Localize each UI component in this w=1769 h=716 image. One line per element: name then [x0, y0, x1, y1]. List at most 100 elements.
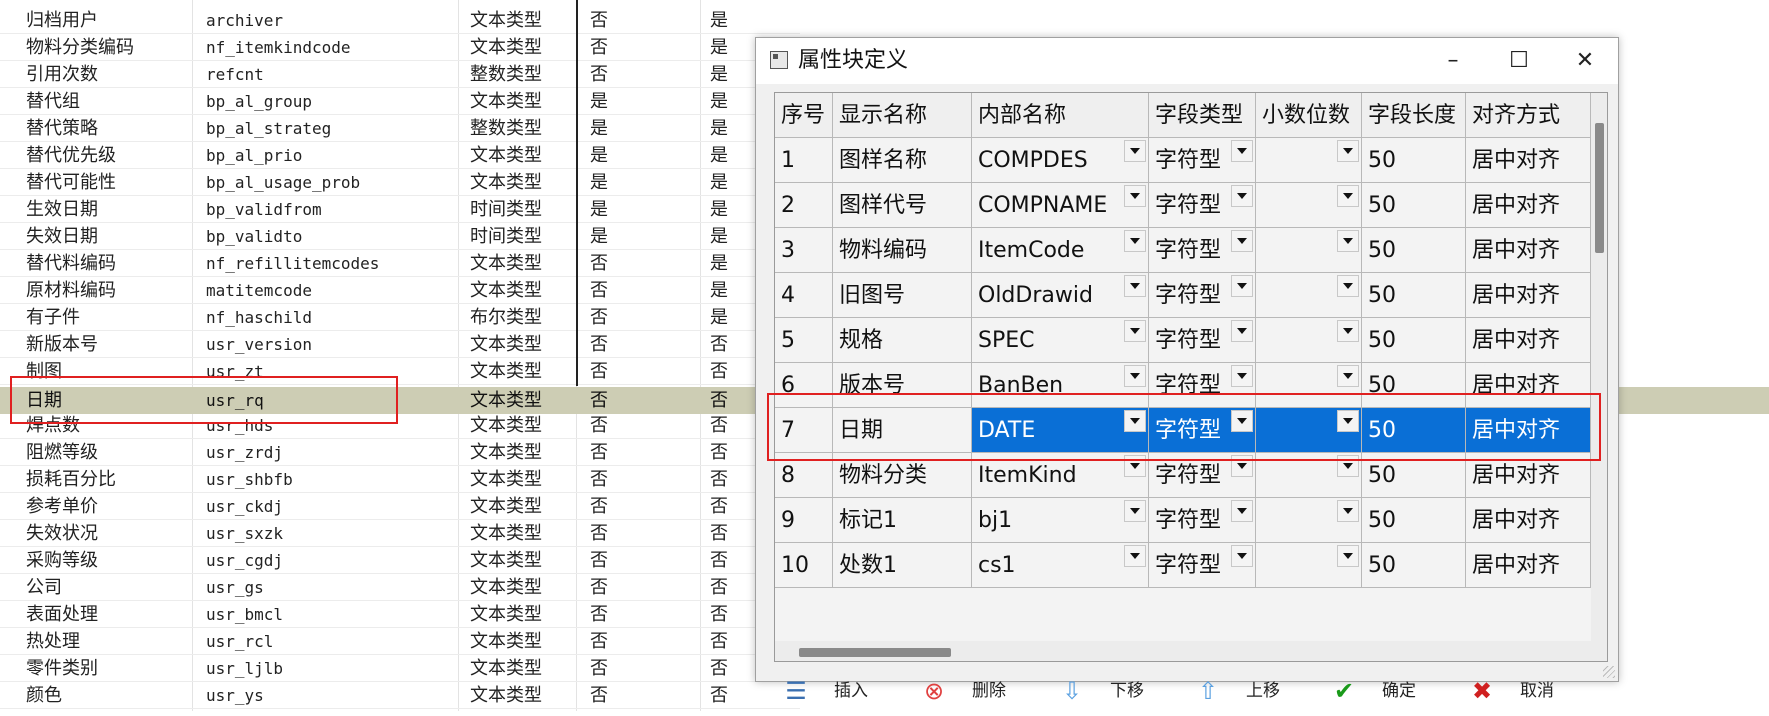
bg-table-row[interactable]: 损耗百分比 usr_shbfb 文本类型否否 [0, 466, 800, 493]
decimal-places-cell[interactable] [1256, 228, 1362, 273]
bg-table-row[interactable]: 生效日期 bp_validfrom 时间类型是是 [0, 196, 800, 223]
internal-name-cell[interactable]: SPEC [972, 318, 1149, 363]
field-length-cell[interactable]: 50 [1362, 273, 1466, 318]
decimal-places-cell[interactable] [1256, 273, 1362, 318]
dropdown-arrow-icon[interactable] [1337, 185, 1359, 207]
column-header[interactable]: 内部名称 [972, 93, 1149, 138]
bg-table-row[interactable]: 替代优先级 bp_al_prio 文本类型是是 [0, 142, 800, 169]
dropdown-arrow-icon[interactable] [1337, 275, 1359, 297]
bg-table-row[interactable]: 替代料编码 nf_refillitemcodes 文本类型否是 [0, 250, 800, 277]
horizontal-scroll-thumb[interactable] [799, 648, 951, 657]
field-type-cell[interactable]: 字符型 [1149, 543, 1256, 588]
internal-name-cell[interactable]: cs1 [972, 543, 1149, 588]
minimize-button[interactable]: – [1420, 38, 1486, 84]
bg-table-row[interactable]: 颜色 usr_ys 文本类型 否 否 [0, 682, 800, 709]
bg-table-row[interactable]: 表面处理 usr_bmcl 文本类型否否 [0, 601, 800, 628]
dropdown-arrow-icon[interactable] [1337, 320, 1359, 342]
dropdown-arrow-icon[interactable] [1124, 545, 1146, 567]
column-header[interactable]: 序号 [775, 93, 833, 138]
display-name-cell[interactable]: 标记1 [833, 498, 972, 543]
dropdown-arrow-icon[interactable] [1337, 545, 1359, 567]
alignment-cell[interactable]: 居中对齐 [1466, 498, 1591, 543]
alignment-cell[interactable]: 居中对齐 [1466, 228, 1591, 273]
bg-table-row[interactable]: 零件类别 usr_ljlb 文本类型否否 [0, 655, 800, 682]
dropdown-arrow-icon[interactable] [1231, 545, 1253, 567]
grid-row[interactable]: 3 物料编码 ItemCode 字符型 50 居中对齐 [775, 228, 1591, 273]
bg-table-row[interactable]: 替代组 bp_al_group 文本类型是是 [0, 88, 800, 115]
dropdown-arrow-icon[interactable] [1231, 185, 1253, 207]
ok-button[interactable]: ✔ 确定 [1330, 666, 1450, 716]
grid-row[interactable]: 5 规格 SPEC 字符型 50 居中对齐 [775, 318, 1591, 363]
horizontal-scrollbar[interactable] [775, 641, 1591, 661]
grid-row[interactable]: 1 图样名称 COMPDES 字符型 50 居中对齐 [775, 138, 1591, 183]
display-name-cell[interactable]: 图样代号 [833, 183, 972, 228]
column-header[interactable]: 字段类型 [1149, 93, 1256, 138]
field-type-cell[interactable]: 字符型 [1149, 138, 1256, 183]
field-length-cell[interactable]: 50 [1362, 318, 1466, 363]
decimal-places-cell[interactable] [1256, 183, 1362, 228]
decimal-places-cell[interactable] [1256, 543, 1362, 588]
close-button[interactable]: ✕ [1552, 38, 1618, 84]
bg-table-row[interactable]: 引用次数 refcnt 整数类型否是 [0, 61, 800, 88]
dropdown-arrow-icon[interactable] [1231, 230, 1253, 252]
field-type-cell[interactable]: 字符型 [1149, 318, 1256, 363]
move-up-button[interactable]: ⇧ 上移 [1194, 666, 1314, 716]
bg-table-row[interactable]: 公司 usr_gs 文本类型否否 [0, 574, 800, 601]
field-length-cell[interactable]: 50 [1362, 228, 1466, 273]
dropdown-arrow-icon[interactable] [1231, 365, 1253, 387]
field-length-cell[interactable]: 50 [1362, 543, 1466, 588]
dropdown-arrow-icon[interactable] [1231, 140, 1253, 162]
internal-name-cell[interactable]: ItemCode [972, 228, 1149, 273]
bg-table-row[interactable]: 参考单价 usr_ckdj 文本类型否否 [0, 493, 800, 520]
dropdown-arrow-icon[interactable] [1124, 275, 1146, 297]
bg-table-row[interactable]: 热处理 usr_rcl 文本类型否否 [0, 628, 800, 655]
field-length-cell[interactable]: 50 [1362, 498, 1466, 543]
field-length-cell[interactable]: 50 [1362, 138, 1466, 183]
delete-button[interactable]: ⊗ 删除 [920, 666, 1040, 716]
bg-table-row[interactable]: 失效日期 bp_validto 时间类型是是 [0, 223, 800, 250]
dropdown-arrow-icon[interactable] [1124, 365, 1146, 387]
alignment-cell[interactable]: 居中对齐 [1466, 318, 1591, 363]
alignment-cell[interactable]: 居中对齐 [1466, 273, 1591, 318]
bg-table-row[interactable]: 阻燃等级 usr_zrdj 文本类型否否 [0, 439, 800, 466]
decimal-places-cell[interactable] [1256, 498, 1362, 543]
vertical-scroll-thumb[interactable] [1595, 123, 1604, 253]
vertical-scrollbar[interactable] [1591, 93, 1607, 661]
bg-table-row[interactable]: 替代可能性 bp_al_usage_prob 文本类型是是 [0, 169, 800, 196]
dropdown-arrow-icon[interactable] [1124, 230, 1146, 252]
column-header[interactable]: 显示名称 [833, 93, 972, 138]
dropdown-arrow-icon[interactable] [1337, 140, 1359, 162]
grid-row[interactable]: 4 旧图号 OldDrawid 字符型 50 居中对齐 [775, 273, 1591, 318]
insert-button[interactable]: ☰ 插入 [782, 666, 902, 716]
display-name-cell[interactable]: 图样名称 [833, 138, 972, 183]
decimal-places-cell[interactable] [1256, 138, 1362, 183]
alignment-cell[interactable]: 居中对齐 [1466, 183, 1591, 228]
bg-table-row[interactable]: 有子件 nf_haschild 布尔类型否是 [0, 304, 800, 331]
dropdown-arrow-icon[interactable] [1337, 230, 1359, 252]
dropdown-arrow-icon[interactable] [1231, 320, 1253, 342]
dropdown-arrow-icon[interactable] [1124, 140, 1146, 162]
field-type-cell[interactable]: 字符型 [1149, 228, 1256, 273]
grid-row[interactable]: 2 图样代号 COMPNAME 字符型 50 居中对齐 [775, 183, 1591, 228]
internal-name-cell[interactable]: COMPNAME [972, 183, 1149, 228]
cancel-button[interactable]: ✖ 取消 [1468, 666, 1588, 716]
bg-table-row[interactable]: 采购等级 usr_cgdj 文本类型否否 [0, 547, 800, 574]
bg-table-row[interactable]: 物料分类编码 nf_itemkindcode 文本类型否是 [0, 34, 800, 61]
decimal-places-cell[interactable] [1256, 318, 1362, 363]
bg-table-row[interactable]: 归档用户 archiver 文本类型 否 是 [0, 7, 800, 34]
column-header[interactable]: 对齐方式 [1466, 93, 1591, 138]
display-name-cell[interactable]: 物料编码 [833, 228, 972, 273]
field-type-cell[interactable]: 字符型 [1149, 498, 1256, 543]
internal-name-cell[interactable]: bj1 [972, 498, 1149, 543]
bg-table-row[interactable]: 失效状况 usr_sxzk 文本类型否否 [0, 520, 800, 547]
alignment-cell[interactable]: 居中对齐 [1466, 138, 1591, 183]
maximize-button[interactable]: ☐ [1486, 38, 1552, 84]
move-down-button[interactable]: ⇩ 下移 [1058, 666, 1178, 716]
bg-table-row[interactable]: 新版本号 usr_version 文本类型否否 [0, 331, 800, 358]
display-name-cell[interactable]: 处数1 [833, 543, 972, 588]
column-header[interactable]: 字段长度 [1362, 93, 1466, 138]
bg-table-row[interactable]: 原材料编码 matitemcode 文本类型否是 [0, 277, 800, 304]
field-type-cell[interactable]: 字符型 [1149, 273, 1256, 318]
dropdown-arrow-icon[interactable] [1337, 500, 1359, 522]
alignment-cell[interactable]: 居中对齐 [1466, 543, 1591, 588]
